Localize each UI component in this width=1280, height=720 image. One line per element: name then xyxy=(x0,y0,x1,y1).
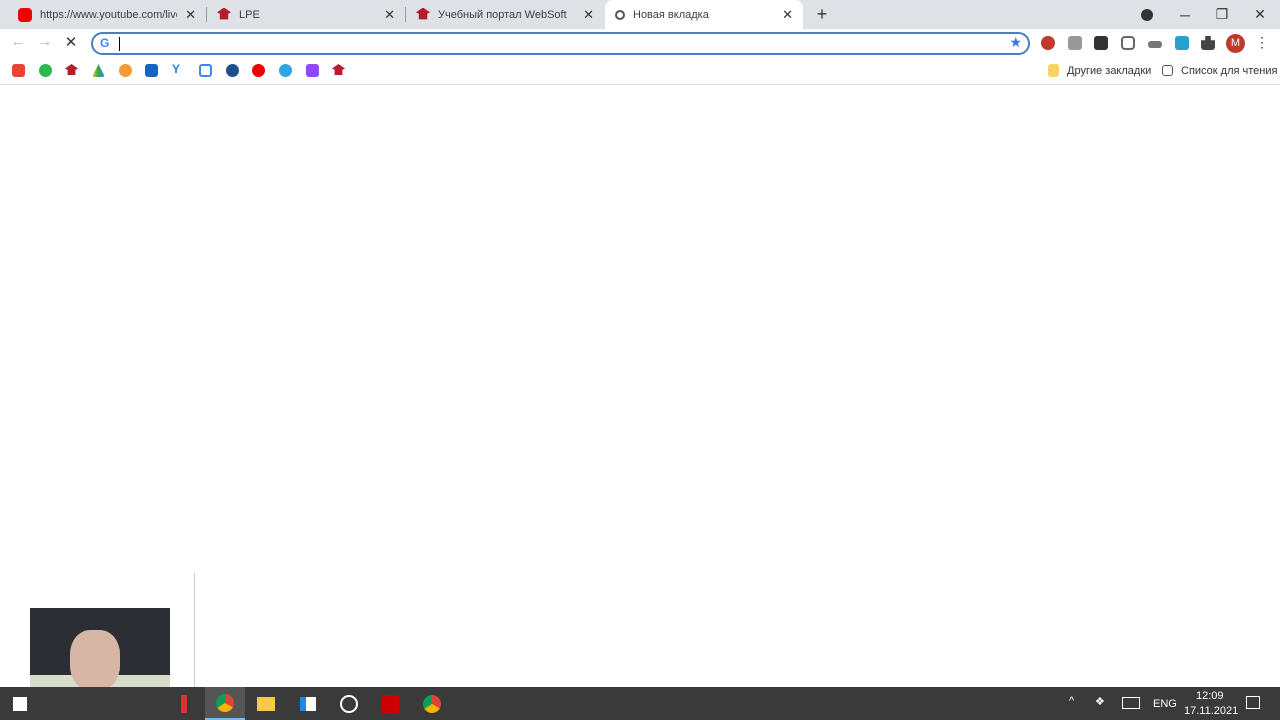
tab-strip: https://www.youtube.com/live_chat ✕ LPE … xyxy=(0,0,1280,29)
taskbar-app[interactable] xyxy=(370,687,410,720)
youtube-music-icon[interactable] xyxy=(252,64,265,77)
language-indicator[interactable]: ENG xyxy=(1153,698,1177,710)
bookmarks-bar: Y Другие закладки Список для чтения xyxy=(0,57,1280,85)
menu-icon[interactable]: ⋮ xyxy=(1255,34,1269,50)
tab-title: Новая вкладка xyxy=(633,8,709,21)
address-bar[interactable]: G ★ xyxy=(91,32,1030,55)
bookmark-icon[interactable] xyxy=(39,64,52,77)
close-window-button[interactable]: ✕ xyxy=(1241,0,1279,29)
divider xyxy=(194,573,195,688)
tab-title: https://www.youtube.com/live_chat xyxy=(40,8,177,21)
tab-lpe[interactable]: LPE ✕ xyxy=(207,0,405,29)
restore-button[interactable]: ❐ xyxy=(1203,0,1241,29)
youtube-icon xyxy=(18,7,32,22)
extension-icon[interactable] xyxy=(1175,36,1189,50)
other-bookmarks[interactable]: Другие закладки xyxy=(1067,65,1151,77)
graduation-cap-icon[interactable] xyxy=(65,64,78,76)
dropbox-icon[interactable]: ❖ xyxy=(1095,695,1105,708)
telegram-icon[interactable] xyxy=(279,64,292,77)
taskbar-explorer[interactable] xyxy=(246,687,286,720)
twitch-icon[interactable] xyxy=(306,64,319,77)
extension-icon[interactable] xyxy=(1068,36,1082,50)
graduation-cap-icon[interactable] xyxy=(332,64,345,76)
bookmark-icon[interactable] xyxy=(119,64,132,77)
bookmark-icon[interactable] xyxy=(226,64,239,77)
tab-new-tab[interactable]: Новая вкладка ✕ xyxy=(605,0,803,29)
text-cursor xyxy=(119,37,120,51)
reading-list-icon xyxy=(1162,65,1173,76)
yandex-icon[interactable]: Y xyxy=(172,62,185,76)
extension-icon[interactable] xyxy=(1041,36,1055,50)
minimize-button[interactable]: ─ xyxy=(1166,0,1204,29)
show-hidden-icons[interactable]: ^ xyxy=(1069,695,1074,707)
close-tab-icon[interactable]: ✕ xyxy=(782,7,793,23)
keyboard-icon[interactable] xyxy=(1122,697,1140,709)
pocket-icon[interactable] xyxy=(1121,36,1135,50)
graduation-cap-icon xyxy=(416,7,430,20)
taskbar-obs[interactable] xyxy=(329,687,369,720)
close-tab-icon[interactable]: ✕ xyxy=(583,7,594,23)
clock-time[interactable]: 12:09 xyxy=(1196,690,1224,702)
close-tab-icon[interactable]: ✕ xyxy=(185,7,196,23)
taskbar-chrome[interactable] xyxy=(205,687,245,720)
tab-title: LPE xyxy=(239,8,260,21)
tab-websoft[interactable]: Учебный портал WebSoft ✕ xyxy=(406,0,604,29)
taskbar-chrome[interactable] xyxy=(412,687,452,720)
clock-date[interactable]: 17.11.2021 xyxy=(1184,705,1238,717)
profile-avatar[interactable]: M xyxy=(1226,34,1245,53)
mail-icon[interactable] xyxy=(145,64,158,77)
webcam-person xyxy=(70,630,120,690)
forward-button[interactable]: → xyxy=(35,33,55,53)
google-drive-icon[interactable] xyxy=(92,64,105,77)
tab-search-button[interactable] xyxy=(1128,0,1166,29)
google-icon: G xyxy=(100,36,110,50)
stop-loading-button[interactable]: ✕ xyxy=(61,33,81,53)
start-button[interactable] xyxy=(0,687,40,720)
extension-icon[interactable] xyxy=(1094,36,1108,50)
notifications-icon[interactable] xyxy=(1246,696,1260,709)
taskbar-app[interactable] xyxy=(288,687,328,720)
close-tab-icon[interactable]: ✕ xyxy=(384,7,395,23)
calendar-icon[interactable] xyxy=(199,64,212,77)
new-tab-button[interactable]: + xyxy=(803,0,841,29)
extension-icon[interactable] xyxy=(1148,41,1162,48)
reading-list[interactable]: Список для чтения xyxy=(1181,65,1277,77)
taskbar: ^ ❖ ENG 12:09 17.11.2021 xyxy=(0,687,1280,720)
taskbar-app[interactable] xyxy=(164,687,204,720)
tab-youtube[interactable]: https://www.youtube.com/live_chat ✕ xyxy=(8,0,206,29)
gmail-icon[interactable] xyxy=(12,64,25,77)
bookmark-star-icon[interactable]: ★ xyxy=(1009,34,1022,51)
back-button[interactable]: ← xyxy=(8,33,28,53)
folder-icon xyxy=(1048,64,1059,77)
tab-title: Учебный портал WebSoft xyxy=(438,8,567,21)
chrome-newtab-icon xyxy=(615,9,625,20)
graduation-cap-icon xyxy=(217,7,231,20)
